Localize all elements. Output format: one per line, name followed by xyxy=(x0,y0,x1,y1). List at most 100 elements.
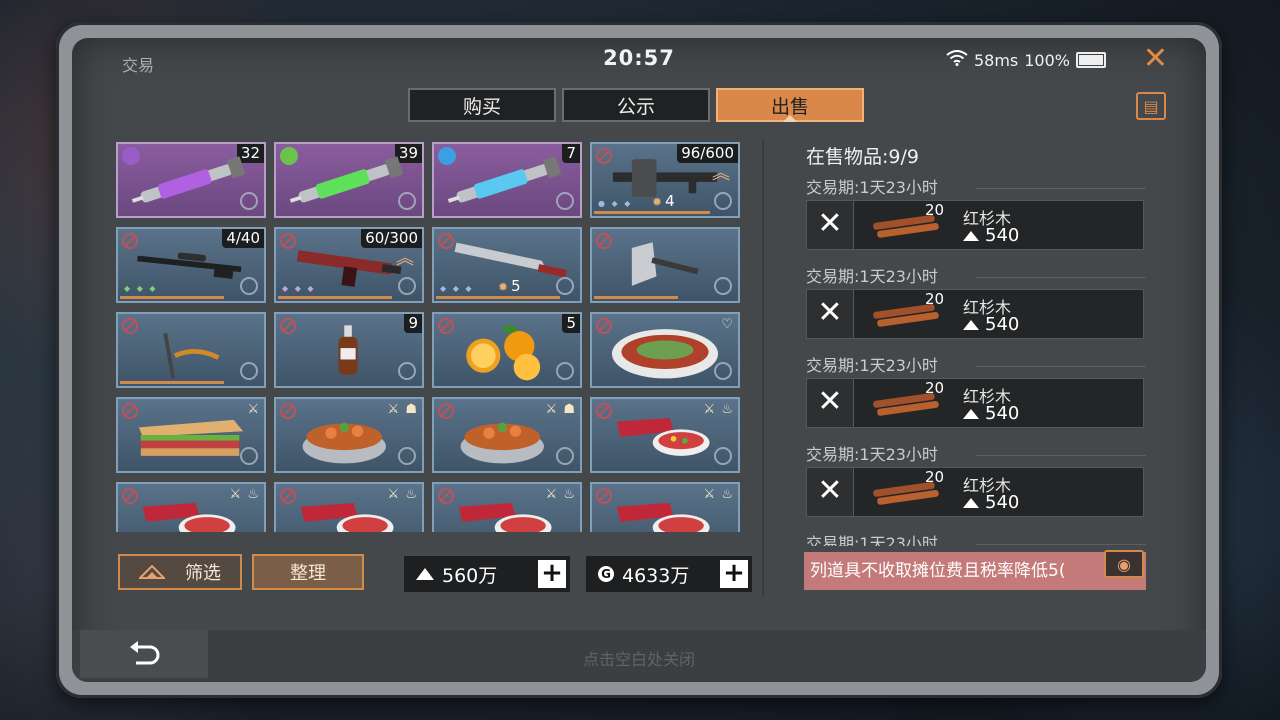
inventory-slot[interactable]: ◆ ◆ ◆ 5 xyxy=(432,227,582,303)
tab-notice[interactable]: 公示 xyxy=(562,88,710,122)
trade-period: 交易期:1天23小时 xyxy=(806,443,1146,467)
inventory-slot[interactable]: ♡ xyxy=(590,312,740,388)
inventory-slot[interactable]: ⚔ ♨ xyxy=(116,482,266,532)
inventory-slot[interactable]: 32 xyxy=(116,142,266,218)
listing-price-value: 540 xyxy=(985,314,1020,335)
gold-icon xyxy=(963,497,979,508)
inventory-slot[interactable]: ⚔ ♨ xyxy=(274,482,424,532)
listing-qty: 20 xyxy=(925,201,945,219)
listing-qty: 20 xyxy=(925,290,945,308)
selling-item: 交易期:1天23小时 ✕ 20 红杉木 540 xyxy=(806,443,1146,532)
selling-row[interactable]: ✕ 20 红杉木 540 xyxy=(806,467,1144,517)
add-coin-button[interactable]: + xyxy=(720,560,748,588)
selling-row[interactable]: ✕ 20 红杉木 540 xyxy=(806,200,1144,250)
quality-dots: ◆ ◆ ◆ xyxy=(440,284,474,293)
selling-row[interactable]: ✕ 20 红杉木 540 xyxy=(806,378,1144,428)
selling-item: 交易期:1天23小时 xyxy=(806,532,1146,546)
inventory-slot[interactable]: 60/300 ︽ ◆ ◆ ◆ xyxy=(274,227,424,303)
quality-dots: ◆ ◆ ◆ xyxy=(124,284,158,293)
lock-icon xyxy=(714,277,732,295)
ping-text: 58ms xyxy=(973,50,1019,70)
inventory-slot[interactable]: ⚔ ♨ xyxy=(590,397,740,473)
inventory-slot[interactable]: 7 xyxy=(432,142,582,218)
currency-coin: G 4633万 + xyxy=(586,556,752,592)
lock-icon xyxy=(714,362,732,380)
tab-sell[interactable]: 出售 xyxy=(716,88,864,122)
lock-icon xyxy=(240,277,258,295)
lock-icon xyxy=(398,192,416,210)
inventory-slot[interactable]: 4/40 ◆ ◆ ◆ xyxy=(116,227,266,303)
listing-qty: 20 xyxy=(925,468,945,486)
close-hint[interactable]: 点击空白处关闭 xyxy=(72,646,1206,670)
selling-row[interactable]: ✕ 20 红杉木 540 xyxy=(806,289,1144,339)
lock-icon xyxy=(240,447,258,465)
lock-icon xyxy=(556,447,574,465)
inventory-slot[interactable] xyxy=(590,227,740,303)
remove-listing-button[interactable]: ✕ xyxy=(807,379,854,427)
durability-bar xyxy=(436,296,560,299)
close-icon[interactable]: ✕ xyxy=(1143,44,1168,74)
status-bar: 58ms 100% xyxy=(946,50,1106,70)
battery-icon xyxy=(1076,52,1106,68)
inventory-grid: 32 39 7 96/600 ︽ ● ◆ ◆ ✹ 4 4/40 ◆ ◆ ◆ 60… xyxy=(116,142,744,532)
lock-icon xyxy=(240,362,258,380)
durability-bar xyxy=(120,296,224,299)
inventory-slot[interactable]: 5 xyxy=(432,312,582,388)
trade-window: 交易 20:57 58ms 100% ✕ 购买 公示 出售 ▤ 32 39 7 … xyxy=(72,38,1206,682)
filter-label: 筛选 xyxy=(185,563,221,584)
lock-icon xyxy=(398,362,416,380)
inventory-slot[interactable]: ⚔ ♨ xyxy=(590,482,740,532)
inventory-slot[interactable]: 39 xyxy=(274,142,424,218)
selling-title: 在售物品:9/9 xyxy=(806,146,919,168)
inventory-slot[interactable] xyxy=(116,312,266,388)
sort-button[interactable]: 整理 xyxy=(252,554,364,590)
star-level: 5 xyxy=(498,277,521,295)
inventory-slot[interactable]: ⚔ ♨ xyxy=(432,482,582,532)
selling-item: 交易期:1天23小时 ✕ 20 红杉木 540 xyxy=(806,265,1146,354)
panel-divider xyxy=(762,138,764,598)
durability-bar xyxy=(278,296,392,299)
coin-amount: 4633万 xyxy=(622,564,690,587)
candy-bowl-icon xyxy=(300,502,394,532)
inventory-slot[interactable]: 9 xyxy=(274,312,424,388)
trade-period: 交易期:1天23小时 xyxy=(806,354,1146,378)
durability-bar xyxy=(594,296,678,299)
trade-period: 交易期:1天23小时 xyxy=(806,176,1146,200)
eye-icon[interactable]: ◉ xyxy=(1104,550,1144,578)
gold-icon xyxy=(963,319,979,330)
inventory-slot[interactable]: 96/600 ︽ ● ◆ ◆ 4 xyxy=(590,142,740,218)
lock-icon xyxy=(398,447,416,465)
currency-gold: 560万 + xyxy=(404,556,570,592)
inventory-slot[interactable]: ⚔ ☗ xyxy=(274,397,424,473)
upgrade-icon: ︽ xyxy=(396,248,414,269)
notes-icon[interactable]: ▤ xyxy=(1136,92,1166,120)
listing-price-value: 540 xyxy=(985,403,1020,424)
add-gold-button[interactable]: + xyxy=(538,560,566,588)
listing-price-value: 540 xyxy=(985,225,1020,246)
remove-listing-button[interactable]: ✕ xyxy=(807,290,854,338)
upgrade-icon: ︽ xyxy=(712,163,730,184)
filter-button[interactable]: 筛选 xyxy=(118,554,242,590)
inventory-slot[interactable]: ⚔ ☗ xyxy=(432,397,582,473)
quality-dots: ● ◆ ◆ xyxy=(598,199,633,208)
listing-price: 540 xyxy=(963,492,1019,513)
listing-qty: 20 xyxy=(925,379,945,397)
selling-item: 交易期:1天23小时 ✕ 20 红杉木 540 xyxy=(806,354,1146,443)
inventory-slot[interactable]: ⚔ xyxy=(116,397,266,473)
trade-period: 交易期:1天23小时 xyxy=(806,532,1146,546)
listing-price: 540 xyxy=(963,225,1019,246)
coin-icon: G xyxy=(598,566,614,582)
selling-item: 交易期:1天23小时 ✕ 20 红杉木 540 xyxy=(806,176,1146,265)
gold-icon xyxy=(963,408,979,419)
tab-bar: 购买 公示 出售 xyxy=(408,88,864,122)
gold-icon xyxy=(963,230,979,241)
tab-buy[interactable]: 购买 xyxy=(408,88,556,122)
wifi-icon xyxy=(946,50,968,70)
filter-icon xyxy=(139,565,165,579)
remove-listing-button[interactable]: ✕ xyxy=(807,468,854,516)
trade-period: 交易期:1天23小时 xyxy=(806,265,1146,289)
candy-bowl-icon xyxy=(616,502,710,532)
gold-icon xyxy=(416,568,434,580)
remove-listing-button[interactable]: ✕ xyxy=(807,201,854,249)
lock-icon xyxy=(556,277,574,295)
